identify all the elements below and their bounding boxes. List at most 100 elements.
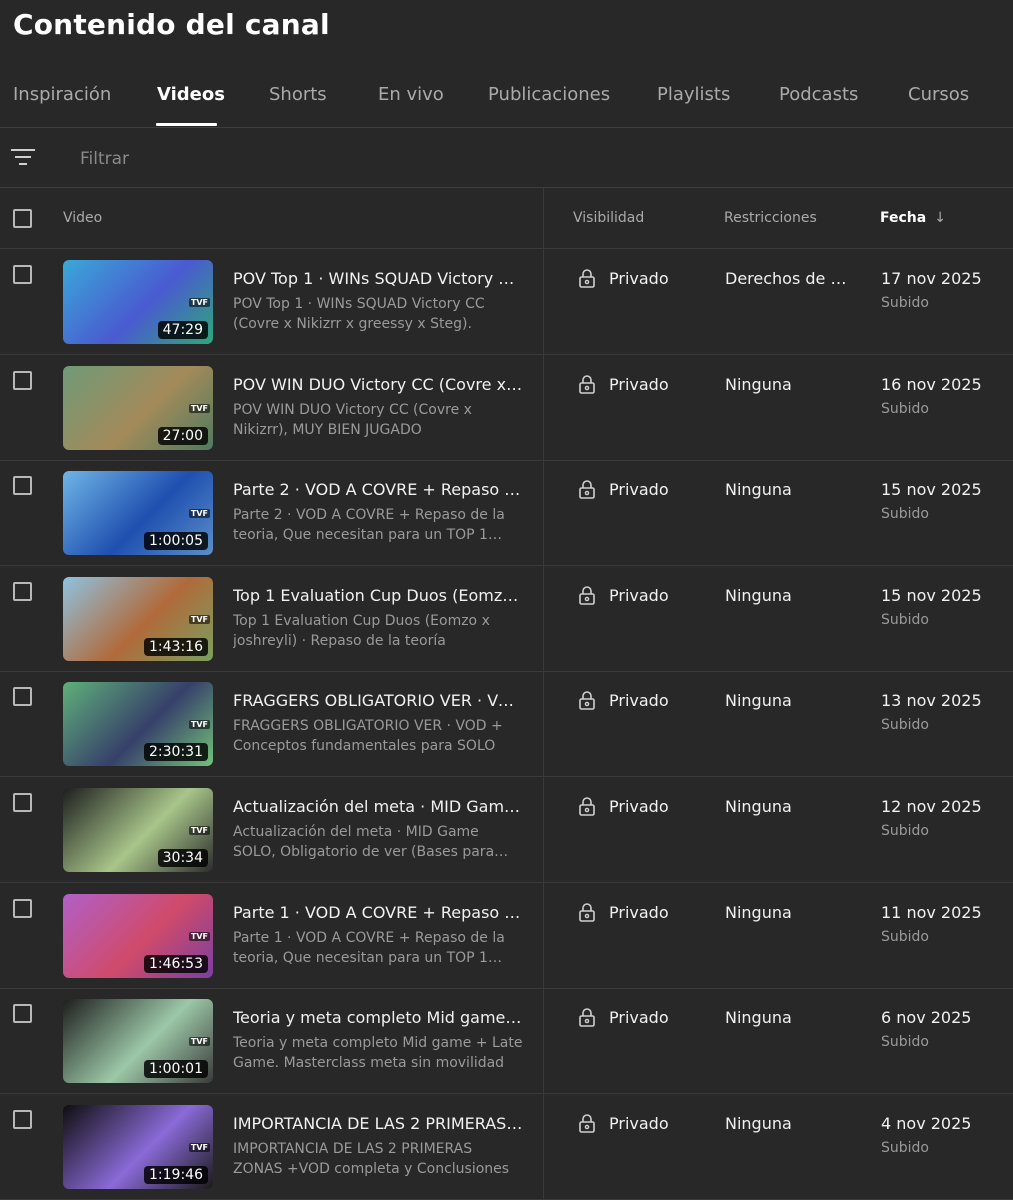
upload-date: 13 nov 2025 <box>881 691 982 710</box>
active-tab-indicator <box>156 123 217 126</box>
upload-status: Subido <box>881 929 929 945</box>
tab-publicaciones[interactable]: Publicaciones <box>488 84 610 105</box>
visibility-label: Privado <box>609 902 669 922</box>
video-thumbnail[interactable]: TVF 47:29 <box>63 260 213 344</box>
video-title[interactable]: IMPORTANCIA DE LAS 2 PRIMERAS ZONAS +VOD… <box>233 1114 523 1133</box>
tab-podcasts[interactable]: Podcasts <box>779 84 858 105</box>
video-thumbnail[interactable]: TVF 1:43:16 <box>63 577 213 661</box>
upload-date: 16 nov 2025 <box>881 375 982 394</box>
table-row[interactable]: TVF 1:19:46 IMPORTANCIA DE LAS 2 PRIMERAS … <box>0 1094 1013 1200</box>
video-description: Parte 1 · VOD A COVRE + Repaso de la teo… <box>233 930 505 966</box>
video-title[interactable]: Actualización del meta · MID Game SOLO, … <box>233 797 523 816</box>
lock-icon <box>577 902 597 922</box>
header-date[interactable]: Fecha ↓ <box>880 210 946 226</box>
channel-badge: TVF <box>188 932 210 941</box>
video-title[interactable]: POV Top 1 · WINs SQUAD Victory CC (Covre… <box>233 269 523 288</box>
restrictions-value: Derechos de autor <box>725 269 853 288</box>
row-checkbox[interactable] <box>13 371 32 390</box>
video-thumbnail[interactable]: TVF 1:00:01 <box>63 999 213 1083</box>
row-checkbox[interactable] <box>13 793 32 812</box>
page-title: Contenido del canal <box>13 8 330 41</box>
table-row[interactable]: TVF 30:34 Actualización del meta · MID Gam… <box>0 777 1013 883</box>
channel-badge: TVF <box>188 404 210 413</box>
visibility-dropdown[interactable]: Privado <box>577 690 669 710</box>
visibility-dropdown[interactable]: Privado <box>577 796 669 816</box>
sort-descending-icon: ↓ <box>934 210 946 226</box>
row-checkbox[interactable] <box>13 1110 32 1129</box>
tab-cursos[interactable]: Cursos <box>908 84 969 105</box>
restrictions-value: Ninguna <box>725 903 792 922</box>
video-description: Parte 2 · VOD A COVRE + Repaso de la teo… <box>233 507 505 543</box>
tab-inspiracion[interactable]: Inspiración <box>13 84 111 105</box>
upload-date: 17 nov 2025 <box>881 269 982 288</box>
table-row[interactable]: TVF 1:43:16 Top 1 Evaluation Cup Duos (Eom… <box>0 566 1013 672</box>
upload-date: 12 nov 2025 <box>881 797 982 816</box>
restrictions-value: Ninguna <box>725 691 792 710</box>
video-thumbnail[interactable]: TVF 1:46:53 <box>63 894 213 978</box>
visibility-dropdown[interactable]: Privado <box>577 268 669 288</box>
visibility-dropdown[interactable]: Privado <box>577 479 669 499</box>
video-title[interactable]: FRAGGERS OBLIGATORIO VER · VOD + Concept… <box>233 691 523 710</box>
tab-videos[interactable]: Videos <box>157 84 225 105</box>
tab-en-vivo[interactable]: En vivo <box>378 84 444 105</box>
video-title[interactable]: Parte 2 · VOD A COVRE + Repaso de la teo… <box>233 480 523 499</box>
lock-icon <box>577 585 597 605</box>
visibility-label: Privado <box>609 690 669 710</box>
video-title[interactable]: POV WIN DUO Victory CC (Covre x Nikizrr)… <box>233 375 523 394</box>
table-row[interactable]: TVF 1:46:53 Parte 1 · VOD A COVRE + Repaso… <box>0 883 1013 989</box>
table-row[interactable]: TVF 1:00:01 Teoria y meta completo Mid gam… <box>0 988 1013 1094</box>
video-description: FRAGGERS OBLIGATORIO VER · VOD + Concept… <box>233 718 503 754</box>
visibility-dropdown[interactable]: Privado <box>577 1007 669 1027</box>
video-thumbnail[interactable]: TVF 27:00 <box>63 366 213 450</box>
visibility-dropdown[interactable]: Privado <box>577 585 669 605</box>
lock-icon <box>577 268 597 288</box>
lock-icon <box>577 690 597 710</box>
header-restrictions[interactable]: Restricciones <box>724 210 817 226</box>
video-duration: 1:19:46 <box>144 1166 208 1184</box>
row-checkbox[interactable] <box>13 1004 32 1023</box>
upload-status: Subido <box>881 823 929 839</box>
video-description: Actualización del meta · MID Game SOLO, … <box>233 824 495 860</box>
video-thumbnail[interactable]: TVF 2:30:31 <box>63 682 213 766</box>
table-header: Video Visibilidad Restricciones Fecha ↓ <box>0 188 1013 249</box>
visibility-dropdown[interactable]: Privado <box>577 374 669 394</box>
filter-icon[interactable] <box>11 146 35 168</box>
row-checkbox[interactable] <box>13 476 32 495</box>
table-row[interactable]: TVF 47:29 POV Top 1 · WINs SQUAD Victory C… <box>0 249 1013 355</box>
upload-status: Subido <box>881 612 929 628</box>
visibility-label: Privado <box>609 1007 669 1027</box>
tab-playlists[interactable]: Playlists <box>657 84 730 105</box>
video-duration: 1:00:01 <box>144 1060 208 1078</box>
visibility-label: Privado <box>609 796 669 816</box>
upload-status: Subido <box>881 717 929 733</box>
visibility-dropdown[interactable]: Privado <box>577 902 669 922</box>
table-row[interactable]: TVF 27:00 POV WIN DUO Victory CC (Covre x … <box>0 355 1013 461</box>
video-title[interactable]: Parte 1 · VOD A COVRE + Repaso de la teo… <box>233 903 523 922</box>
table-row[interactable]: TVF 1:00:05 Parte 2 · VOD A COVRE + Repaso… <box>0 460 1013 566</box>
video-thumbnail[interactable]: TVF 30:34 <box>63 788 213 872</box>
video-thumbnail[interactable]: TVF 1:19:46 <box>63 1105 213 1189</box>
restrictions-value: Ninguna <box>725 1008 792 1027</box>
video-title[interactable]: Top 1 Evaluation Cup Duos (Eomzo x joshr… <box>233 586 523 605</box>
upload-date: 15 nov 2025 <box>881 480 982 499</box>
lock-icon <box>577 479 597 499</box>
row-checkbox[interactable] <box>13 265 32 284</box>
row-checkbox[interactable] <box>13 687 32 706</box>
lock-icon <box>577 1007 597 1027</box>
row-checkbox[interactable] <box>13 899 32 918</box>
visibility-label: Privado <box>609 1113 669 1133</box>
restrictions-value: Ninguna <box>725 375 792 394</box>
row-checkbox[interactable] <box>13 582 32 601</box>
video-description: POV WIN DUO Victory CC (Covre x Nikizrr)… <box>233 402 472 438</box>
video-duration: 30:34 <box>157 849 208 867</box>
video-thumbnail[interactable]: TVF 1:00:05 <box>63 471 213 555</box>
upload-status: Subido <box>881 401 929 417</box>
visibility-dropdown[interactable]: Privado <box>577 1113 669 1133</box>
video-title[interactable]: Teoria y meta completo Mid game + Late G… <box>233 1008 523 1027</box>
header-video: Video <box>63 210 103 226</box>
table-row[interactable]: TVF 2:30:31 FRAGGERS OBLIGATORIO VER · VOD… <box>0 671 1013 777</box>
tab-shorts[interactable]: Shorts <box>269 84 327 105</box>
filter-input[interactable] <box>78 144 482 174</box>
header-visibility[interactable]: Visibilidad <box>573 210 644 226</box>
select-all-checkbox[interactable] <box>13 209 32 228</box>
